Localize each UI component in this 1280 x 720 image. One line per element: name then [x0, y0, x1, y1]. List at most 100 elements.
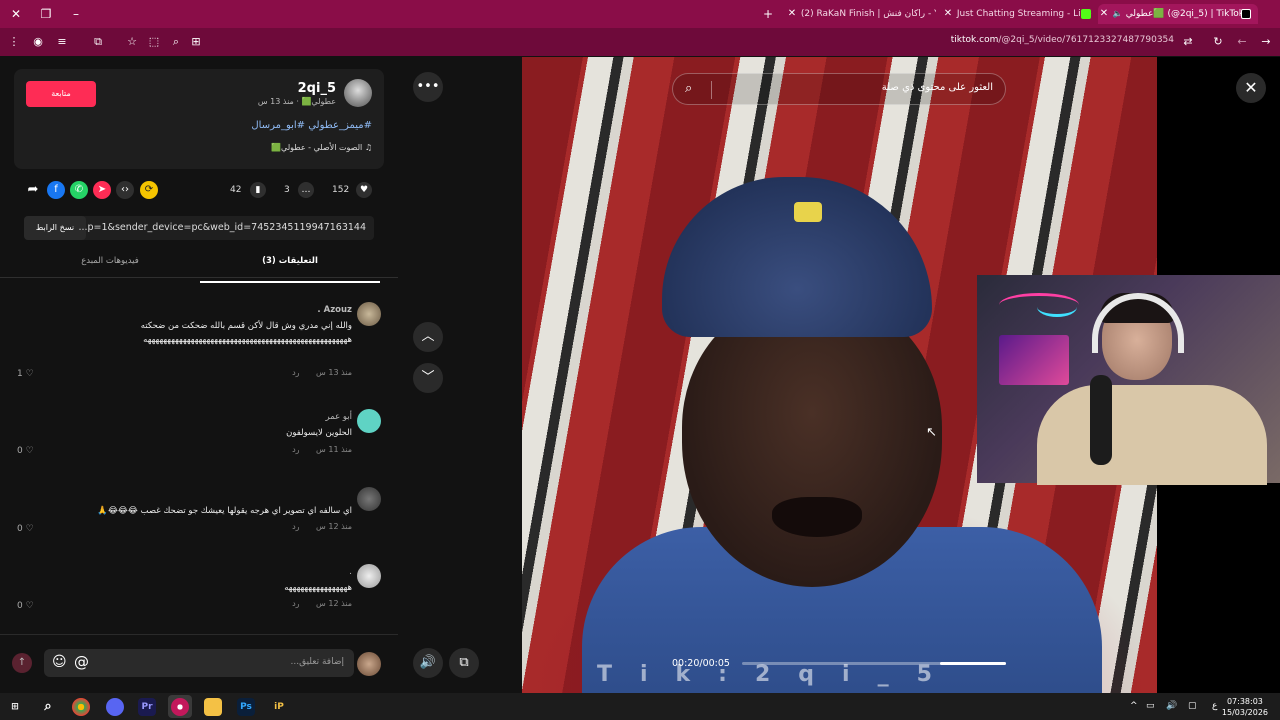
video-link[interactable]: ...p=1&sender_device=pc&web_id=745234511… — [78, 222, 366, 233]
install-app-icon[interactable]: ⊞ — [188, 34, 204, 50]
comment-item: اي سالفه اي تصوير اي هرجه يقولها يعيشك ج… — [0, 487, 398, 537]
search-divider — [711, 81, 712, 99]
progress-fill — [940, 662, 1006, 665]
repost-icon[interactable]: ⟳ — [140, 181, 158, 199]
forward-icon[interactable]: → — [1258, 34, 1274, 50]
tab-tiktok[interactable]: ✕ 🔈 عطولي🟩 (@2qi_5) | TikTok — [1098, 4, 1258, 24]
bookmark-star-icon[interactable]: ☆ — [124, 34, 140, 50]
browser-icon[interactable] — [171, 698, 189, 716]
comment-author[interactable]: Azouz . — [317, 305, 352, 315]
player-controls-column: ••• ︿ ﹀ 🔊 ⧉ — [398, 57, 522, 693]
facebook-icon[interactable]: f — [47, 181, 65, 199]
comment-like[interactable]: 0 ♡ — [17, 446, 34, 456]
avatar[interactable] — [357, 652, 381, 676]
reply-button[interactable]: رد — [292, 445, 299, 454]
reply-button[interactable]: رد — [292, 522, 299, 531]
comment-input[interactable]: ☺ @ إضافة تعليق... — [44, 649, 354, 677]
copy-link-button[interactable]: نسخ الرابط — [24, 216, 86, 240]
app-icon[interactable]: iP — [270, 698, 288, 716]
avatar[interactable] — [357, 302, 381, 326]
mention-icon[interactable]: @ — [74, 653, 89, 671]
photoshop-icon[interactable]: Ps — [237, 698, 255, 716]
previous-video-button[interactable]: ︿ — [413, 322, 443, 352]
avatar[interactable] — [357, 487, 381, 511]
close-window-icon[interactable]: ✕ — [8, 6, 24, 22]
share-arrow-icon[interactable]: ➦ — [24, 181, 42, 199]
comment-author[interactable]: . — [349, 567, 352, 577]
windows-start-icon[interactable]: ⊞ — [6, 698, 24, 716]
address-bar: ⋮ ◉ ≡ ⧉ ☆ ⬚ ⌕ ⊞ tiktok.com/@2qi_5/video/… — [0, 28, 1280, 56]
whatsapp-icon[interactable]: ✆ — [70, 181, 88, 199]
video-player[interactable]: ⌕ العثور على محتوى ذي صلة ✕ Tik:2qi_5 00… — [522, 57, 1280, 693]
language-indicator[interactable]: ع — [1212, 701, 1217, 711]
screenshot-icon[interactable]: ⬚ — [146, 34, 162, 50]
tab-creator-videos[interactable]: فيديوهات المبدع — [20, 256, 200, 266]
chevron-up-icon[interactable]: ^ — [1130, 701, 1138, 711]
reply-button[interactable]: رد — [292, 599, 299, 608]
tab-close-icon[interactable]: ✕ — [942, 4, 954, 24]
sound-link[interactable]: ♫ الصوت الأصلي - عطولي🟩 — [271, 143, 372, 152]
clock-date: 15/03/2026 — [1221, 708, 1268, 717]
tab-close-icon[interactable]: ✕ — [1098, 4, 1110, 24]
zoom-icon[interactable]: ⌕ — [168, 34, 184, 50]
send-comment-button[interactable]: ↑ — [12, 653, 32, 673]
extensions-icon[interactable]: ⧉ — [90, 34, 106, 50]
heart-outline-icon: ♡ — [25, 601, 34, 611]
chrome-icon[interactable] — [72, 698, 90, 716]
file-explorer-icon[interactable] — [204, 698, 222, 716]
comment-like[interactable]: 0 ♡ — [17, 601, 34, 611]
tab-youtube[interactable]: ✕ (2) RaKaN Finish ‌| راكان فنش - YouTub… — [786, 4, 936, 24]
chrome-profile-icon[interactable] — [106, 698, 124, 716]
comment-text: والله إني مدري وش قال لأكن قسم بالله ضحك… — [140, 321, 352, 345]
profile-icon[interactable]: ◉ — [30, 34, 46, 50]
music-note-icon: ♫ — [364, 143, 372, 152]
reload-icon[interactable]: ↻ — [1210, 34, 1226, 50]
minimize-window-icon[interactable]: – — [68, 6, 84, 22]
send-to-friends-icon[interactable]: ➤ — [93, 181, 111, 199]
browser-tab-bar: ✕ ❐ – + ✕ (2) RaKaN Finish ‌| راكان فنش … — [0, 0, 1280, 28]
comment-like[interactable]: 0 ♡ — [17, 524, 34, 534]
tab-close-icon[interactable]: ✕ — [786, 4, 798, 24]
new-tab-icon[interactable]: + — [760, 6, 776, 22]
emoji-icon[interactable]: ☺ — [52, 654, 67, 670]
reply-button[interactable]: رد — [292, 368, 299, 377]
comment-author[interactable]: أبو عمر — [326, 412, 353, 422]
tab-comments[interactable]: التعليقات (3) — [200, 256, 380, 283]
comment-like[interactable]: 1 ♡ — [17, 369, 34, 379]
site-settings-icon[interactable]: ⇄ — [1180, 34, 1196, 50]
clock[interactable]: 07:38:03 15/03/2026 — [1222, 696, 1268, 718]
avatar[interactable] — [357, 409, 381, 433]
heart-icon[interactable]: ♥ — [356, 182, 372, 198]
comment-icon[interactable]: … — [298, 182, 314, 198]
restore-window-icon[interactable]: ❐ — [38, 6, 54, 22]
back-icon[interactable]: ← — [1234, 34, 1250, 50]
progress-bar[interactable] — [742, 662, 1006, 665]
next-video-button[interactable]: ﹀ — [413, 363, 443, 393]
search-icon[interactable]: ⌕ — [39, 698, 57, 716]
url-field[interactable]: tiktok.com/@2qi_5/video/7617123327487790… — [951, 35, 1174, 45]
tab-kick[interactable]: ✕ Just Chatting Streaming - Live S — [942, 4, 1092, 24]
avatar[interactable] — [357, 564, 381, 588]
volume-button[interactable]: 🔊 — [413, 648, 443, 678]
tab-label: Just Chatting Streaming - Live S — [956, 9, 1092, 19]
follow-button[interactable]: متابعة — [26, 81, 96, 107]
premiere-pro-icon[interactable]: Pr — [138, 698, 156, 716]
hashtags[interactable]: #ميمز_عطولي #ابو_مرسال — [251, 120, 372, 131]
more-options-button[interactable]: ••• — [413, 72, 443, 102]
bookmark-icon[interactable]: ▮ — [250, 182, 266, 198]
miniplayer-button[interactable]: ⧉ — [449, 648, 479, 678]
network-icon[interactable]: ▭ — [1146, 701, 1155, 711]
tab-label: (2) RaKaN Finish ‌| راكان فنش - YouTube — [800, 9, 936, 19]
related-search-box[interactable]: ⌕ العثور على محتوى ذي صلة — [672, 73, 1006, 105]
clock-time: 07:38:03 — [1226, 697, 1263, 706]
menu-dots-icon[interactable]: ⋮ — [6, 34, 22, 50]
close-video-button[interactable]: ✕ — [1236, 73, 1266, 103]
avatar[interactable] — [344, 79, 372, 107]
comment-time: منذ 12 س — [316, 599, 352, 608]
mouse-cursor-icon: ↖ — [926, 425, 937, 440]
username[interactable]: 2qi_5 — [298, 81, 336, 96]
embed-icon[interactable]: ‹› — [116, 181, 134, 199]
media-icon[interactable]: ≡ — [54, 34, 70, 50]
volume-icon[interactable]: 🔊 — [1166, 701, 1177, 711]
notification-icon[interactable]: ▢ — [1188, 701, 1197, 711]
